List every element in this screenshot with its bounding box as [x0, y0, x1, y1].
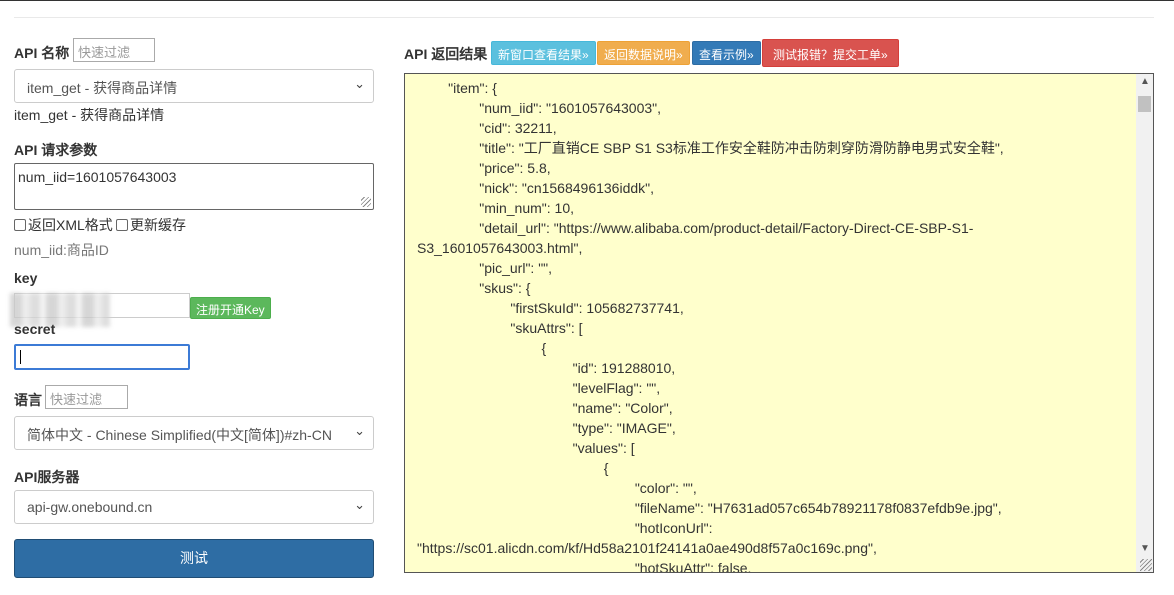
refresh-cache-label: 更新缓存 [130, 217, 186, 233]
xml-format-label: 返回XML格式 [28, 217, 113, 233]
top-border [0, 0, 1174, 1]
json-line: "skus": { [417, 280, 531, 296]
json-line: "cid": 32211, [417, 120, 557, 136]
json-line: "price": 5.8, [417, 160, 551, 176]
arrow-up-icon[interactable]: ▲ [1140, 76, 1150, 87]
test-button[interactable]: 测试 [14, 539, 374, 578]
api-select[interactable]: item_get - 获得商品详情 ⌄ [14, 69, 374, 103]
json-line: { [417, 340, 547, 356]
checkbox-icon[interactable] [116, 219, 128, 231]
api-select-value: item_get - 获得商品详情 [27, 80, 178, 96]
data-description-button[interactable]: 返回数据说明» [597, 41, 690, 65]
new-window-button[interactable]: 新窗口查看结果» [491, 41, 596, 65]
json-line: "fileName": "H7631ad057c654b78921178f083… [417, 500, 1002, 516]
arrow-down-icon[interactable]: ▼ [1140, 543, 1150, 554]
params-value: num_iid=1601057643003 [18, 169, 177, 185]
json-line: "hotSkuAttr": false, [417, 560, 752, 573]
report-error-button[interactable]: 测试报错？提交工单» [762, 39, 899, 67]
json-line: "detail_url": "https://www.alibaba.com/p… [417, 220, 974, 256]
resize-grip-icon[interactable] [1140, 559, 1152, 571]
json-line: "id": 191288010, [417, 360, 676, 376]
json-line: "firstSkuId": 105682737741, [417, 300, 684, 316]
text-caret [20, 350, 21, 364]
api-description: item_get - 获得商品详情 [14, 107, 165, 123]
result-label: API 返回结果 [404, 46, 488, 62]
json-line: "nick": "cn1568496136iddk", [417, 180, 655, 196]
json-line: "type": "IMAGE", [417, 420, 676, 436]
chevron-down-icon: ⌄ [354, 423, 365, 438]
result-output[interactable]: "item": { "num_iid": "1601057643003", "c… [404, 73, 1154, 573]
json-output: "item": { "num_iid": "1601057643003", "c… [417, 78, 1137, 573]
secret-input[interactable] [14, 344, 190, 370]
language-filter-input[interactable]: 快速过滤 [45, 385, 128, 409]
server-select[interactable]: api-gw.onebound.cn ⌄ [14, 490, 374, 524]
json-line: "values": [ [417, 440, 635, 456]
scrollbar-thumb[interactable] [1138, 96, 1151, 112]
header-divider [14, 17, 1154, 18]
xml-format-checkbox[interactable]: 返回XML格式 [14, 215, 113, 235]
json-line: "hotIconUrl": "https://sc01.alicdn.com/k… [417, 520, 877, 556]
json-line: "title": "工厂直销CE SBP S1 S3标准工作安全鞋防冲击防刺穿防… [417, 140, 1004, 156]
language-select[interactable]: 简体中文 - Chinese Simplified(中文[简体])#zh-CN … [14, 416, 374, 450]
server-label: API服务器 [14, 469, 80, 485]
register-key-button[interactable]: 注册开通Key [190, 297, 271, 319]
json-line: "pic_url": "", [417, 260, 553, 276]
server-select-value: api-gw.onebound.cn [27, 499, 153, 515]
checkbox-icon[interactable] [14, 219, 26, 231]
language-label: 语言 [14, 392, 42, 408]
chevron-down-icon: ⌄ [354, 76, 365, 91]
params-textarea[interactable]: num_iid=1601057643003 [14, 163, 374, 210]
json-line: "name": "Color", [417, 400, 673, 416]
secret-label: secret [14, 321, 56, 337]
json-line: "skuAttrs": [ [417, 320, 583, 336]
json-line: "min_num": 10, [417, 200, 574, 216]
param-hint: num_iid:商品ID [14, 242, 109, 258]
json-line: "num_iid": "1601057643003", [417, 100, 662, 116]
json-line: "item": { [417, 80, 497, 96]
api-filter-input[interactable]: 快速过滤 [73, 38, 155, 62]
json-line: { [417, 460, 609, 476]
resize-grip-icon[interactable] [361, 197, 371, 207]
json-line: "levelFlag": "", [417, 380, 661, 396]
view-example-button[interactable]: 查看示例» [692, 41, 761, 65]
vertical-scrollbar[interactable]: ▲ ▼ [1136, 74, 1153, 572]
chevron-down-icon: ⌄ [354, 497, 365, 512]
params-label: API 请求参数 [14, 142, 98, 158]
key-label: key [14, 270, 38, 286]
api-name-label: API 名称 [14, 45, 70, 61]
language-select-value: 简体中文 - Chinese Simplified(中文[简体])#zh-CN [27, 427, 332, 443]
json-line: "color": "", [417, 480, 697, 496]
refresh-cache-checkbox[interactable]: 更新缓存 [116, 215, 186, 235]
